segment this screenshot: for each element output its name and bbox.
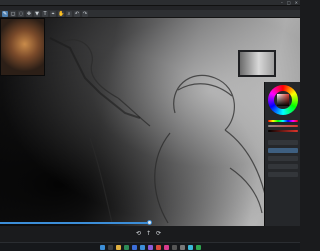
layer-row[interactable] — [268, 156, 298, 161]
chat-icon[interactable] — [147, 244, 153, 250]
sketch-robot-arm-upper — [59, 39, 119, 99]
mail-icon[interactable] — [139, 244, 145, 250]
fill-icon[interactable]: ▼ — [34, 10, 40, 17]
value-slider[interactable] — [268, 130, 298, 132]
photos-icon[interactable] — [187, 244, 193, 250]
brush-icon[interactable]: ✎ — [2, 10, 8, 17]
redo-icon[interactable]: ↷ — [82, 10, 88, 17]
hue-slider[interactable] — [268, 120, 298, 122]
forward-icon[interactable]: ⟳ — [156, 231, 161, 237]
move-icon[interactable]: ✥ — [26, 10, 32, 17]
sketch-back — [154, 132, 171, 224]
timeline-scrubber[interactable] — [147, 220, 152, 225]
sketch-robot-arm-main — [49, 37, 101, 94]
undo-icon[interactable]: ↶ — [74, 10, 80, 17]
navigator-preview[interactable] — [238, 50, 276, 77]
sketch-hands — [229, 167, 263, 214]
reference-image[interactable] — [0, 18, 45, 76]
zoom-icon[interactable]: ⌕ — [66, 10, 72, 17]
color-wheel-center — [274, 91, 292, 109]
start-icon[interactable] — [99, 244, 105, 250]
playback-controls: ⟲ ↑ ⟳ — [136, 231, 161, 237]
sketch-arm-cable — [89, 137, 113, 224]
lasso-icon[interactable]: ◌ — [18, 10, 24, 17]
store-icon[interactable] — [131, 244, 137, 250]
settings-icon[interactable] — [179, 244, 185, 250]
eraser-icon[interactable]: ◻ — [10, 10, 16, 17]
rewind-icon[interactable]: ⟲ — [136, 231, 141, 237]
terminal-icon[interactable] — [171, 244, 177, 250]
text-icon[interactable]: T — [42, 10, 48, 17]
sketch-robot-arm-joint — [99, 92, 141, 119]
timeline-progress[interactable] — [0, 222, 150, 224]
layer-row[interactable] — [268, 172, 298, 177]
color-panel — [264, 82, 300, 226]
saturation-slider[interactable] — [268, 125, 298, 127]
hand-icon[interactable]: ✋ — [58, 10, 64, 17]
sketch-cap-brim — [177, 83, 233, 97]
tool-bar: ✎ ◻ ◌ ✥ ▼ T ⌖ ✋ ⌕ ↶ ↷ — [0, 10, 300, 18]
upload-icon[interactable]: ↑ — [146, 231, 151, 237]
saturation-value-square[interactable] — [277, 94, 289, 106]
files-icon[interactable] — [115, 244, 121, 250]
game-icon[interactable] — [195, 244, 201, 250]
layer-row[interactable] — [268, 140, 298, 145]
eyedropper-icon[interactable]: ⌖ — [50, 10, 56, 17]
layer-row[interactable] — [268, 164, 298, 169]
color-wheel[interactable] — [268, 85, 298, 115]
browser-icon[interactable] — [123, 244, 129, 250]
music-icon[interactable] — [163, 244, 169, 250]
paint-app-icon[interactable] — [155, 244, 161, 250]
search-icon[interactable] — [107, 244, 113, 250]
layer-row[interactable] — [268, 148, 298, 153]
